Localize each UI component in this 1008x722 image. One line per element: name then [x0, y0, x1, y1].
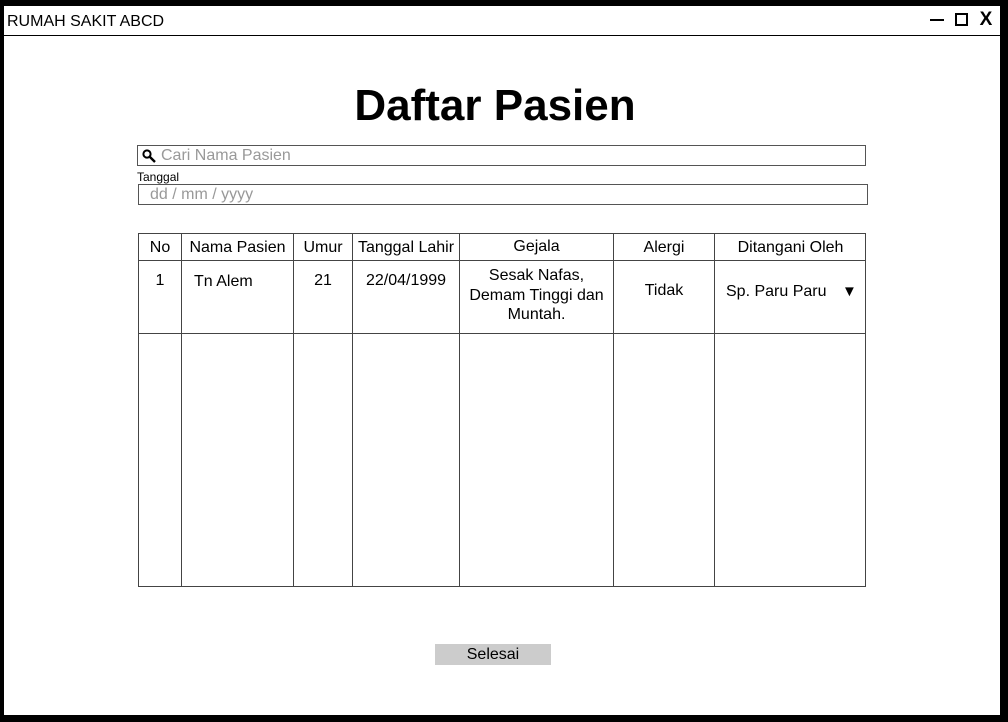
header-gejala: Gejala [513, 238, 560, 255]
maximize-icon[interactable] [954, 9, 970, 31]
header-alergi: Alergi [643, 239, 685, 256]
search-icon [142, 149, 156, 163]
handler-dropdown[interactable]: Sp. Paru Paru ▼ [715, 274, 866, 304]
chevron-down-icon: ▼ [842, 283, 857, 300]
header-ditangani-oleh: Ditangani Oleh [737, 239, 844, 256]
column-divider [181, 234, 182, 586]
window-title: RUMAH SAKIT ABCD [7, 13, 165, 30]
handler-dropdown-value: Sp. Paru Paru [726, 283, 827, 300]
row-divider [139, 260, 865, 261]
patient-table: No Nama Pasien Umur Tanggal Lahir Gejala… [138, 233, 866, 587]
row-nama: Tn Alem [194, 273, 253, 290]
row-umur: 21 [314, 272, 332, 289]
row-divider [139, 333, 865, 334]
minimize-icon[interactable] [930, 9, 946, 31]
search-placeholder: Cari Nama Pasien [161, 147, 291, 164]
header-no: No [149, 239, 171, 256]
row-gejala-line-3: Muntah. [507, 306, 566, 323]
app-window: RUMAH SAKIT ABCD X Daftar Pasien Cari Na… [3, 5, 1001, 716]
row-gejala-line-2: Demam Tinggi dan [469, 287, 604, 304]
done-button[interactable]: Selesai [435, 644, 551, 665]
search-input[interactable]: Cari Nama Pasien [137, 145, 866, 166]
date-placeholder: dd / mm / yyyy [150, 186, 254, 203]
close-icon[interactable]: X [978, 9, 994, 31]
row-no: 1 [155, 272, 165, 289]
title-bar: RUMAH SAKIT ABCD X [4, 6, 1000, 36]
header-nama-pasien: Nama Pasien [189, 239, 286, 256]
row-tanggal-lahir: 22/04/1999 [365, 272, 447, 289]
row-alergi: Tidak [644, 282, 684, 299]
header-umur: Umur [303, 239, 343, 256]
header-tanggal-lahir: Tanggal Lahir [357, 239, 455, 256]
row-gejala-line-1: Sesak Nafas, [488, 267, 585, 284]
page-title: Daftar Pasien [354, 81, 636, 130]
date-input[interactable]: dd / mm / yyyy [138, 184, 868, 205]
date-label: Tanggal [137, 170, 180, 184]
